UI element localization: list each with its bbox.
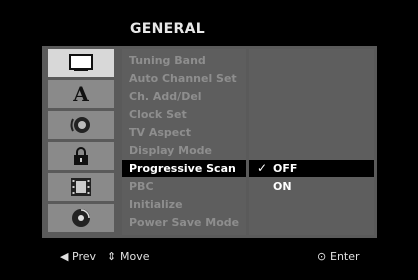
option-off-label: OFF xyxy=(273,162,298,175)
check-icon: ✓ xyxy=(257,161,268,175)
menu-title: GENERAL xyxy=(130,21,205,37)
menu-item-initialize[interactable]: Initialize xyxy=(129,196,246,213)
menu-item-progressive-scan[interactable]: Progressive Scan xyxy=(122,160,246,177)
category-audio-tile[interactable] xyxy=(48,111,114,139)
option-on-label: ON xyxy=(273,180,292,193)
category-lock-tile[interactable] xyxy=(48,142,114,170)
osd-screen: GENERAL A Tuning Band Auto Channel Set C… xyxy=(0,0,418,280)
options-panel: ✓ OFF ON xyxy=(249,49,374,235)
option-on[interactable]: ON xyxy=(249,178,374,195)
move-arrows-icon: ⇕ xyxy=(107,250,117,263)
category-language-tile[interactable]: A xyxy=(48,80,114,108)
category-display-tile[interactable] xyxy=(48,49,114,77)
move-label: Move xyxy=(120,250,150,263)
category-film-tile[interactable] xyxy=(48,173,114,201)
audio-icon xyxy=(70,117,90,133)
prev-label: Prev xyxy=(72,250,96,263)
enter-label: Enter xyxy=(330,250,360,263)
footer-hint-bar: ◀ Prev ⇕ Move ⊙ Enter xyxy=(0,246,418,266)
menu-item-power-save-mode[interactable]: Power Save Mode xyxy=(129,214,246,231)
lock-icon xyxy=(74,147,88,165)
display-icon xyxy=(69,54,93,71)
option-off[interactable]: ✓ OFF xyxy=(249,160,374,177)
language-icon: A xyxy=(73,82,89,106)
menu-item-clock-set[interactable]: Clock Set xyxy=(129,106,246,123)
category-disc-tile[interactable] xyxy=(48,204,114,232)
menu-item-tuning-band[interactable]: Tuning Band xyxy=(129,52,246,69)
menu-item-tv-aspect[interactable]: TV Aspect xyxy=(129,124,246,141)
category-icon-column: A xyxy=(48,49,114,235)
enter-button-icon: ⊙ xyxy=(317,250,327,263)
menu-item-display-mode[interactable]: Display Mode xyxy=(129,142,246,159)
menu-item-ch-add-del[interactable]: Ch. Add/Del xyxy=(129,88,246,105)
film-icon xyxy=(71,178,91,196)
menu-item-pbc[interactable]: PBC xyxy=(129,178,246,195)
prev-arrow-icon: ◀ xyxy=(60,250,69,263)
settings-list: Tuning Band Auto Channel Set Ch. Add/Del… xyxy=(122,49,246,235)
disc-icon xyxy=(72,209,90,227)
menu-item-auto-channel-set[interactable]: Auto Channel Set xyxy=(129,70,246,87)
